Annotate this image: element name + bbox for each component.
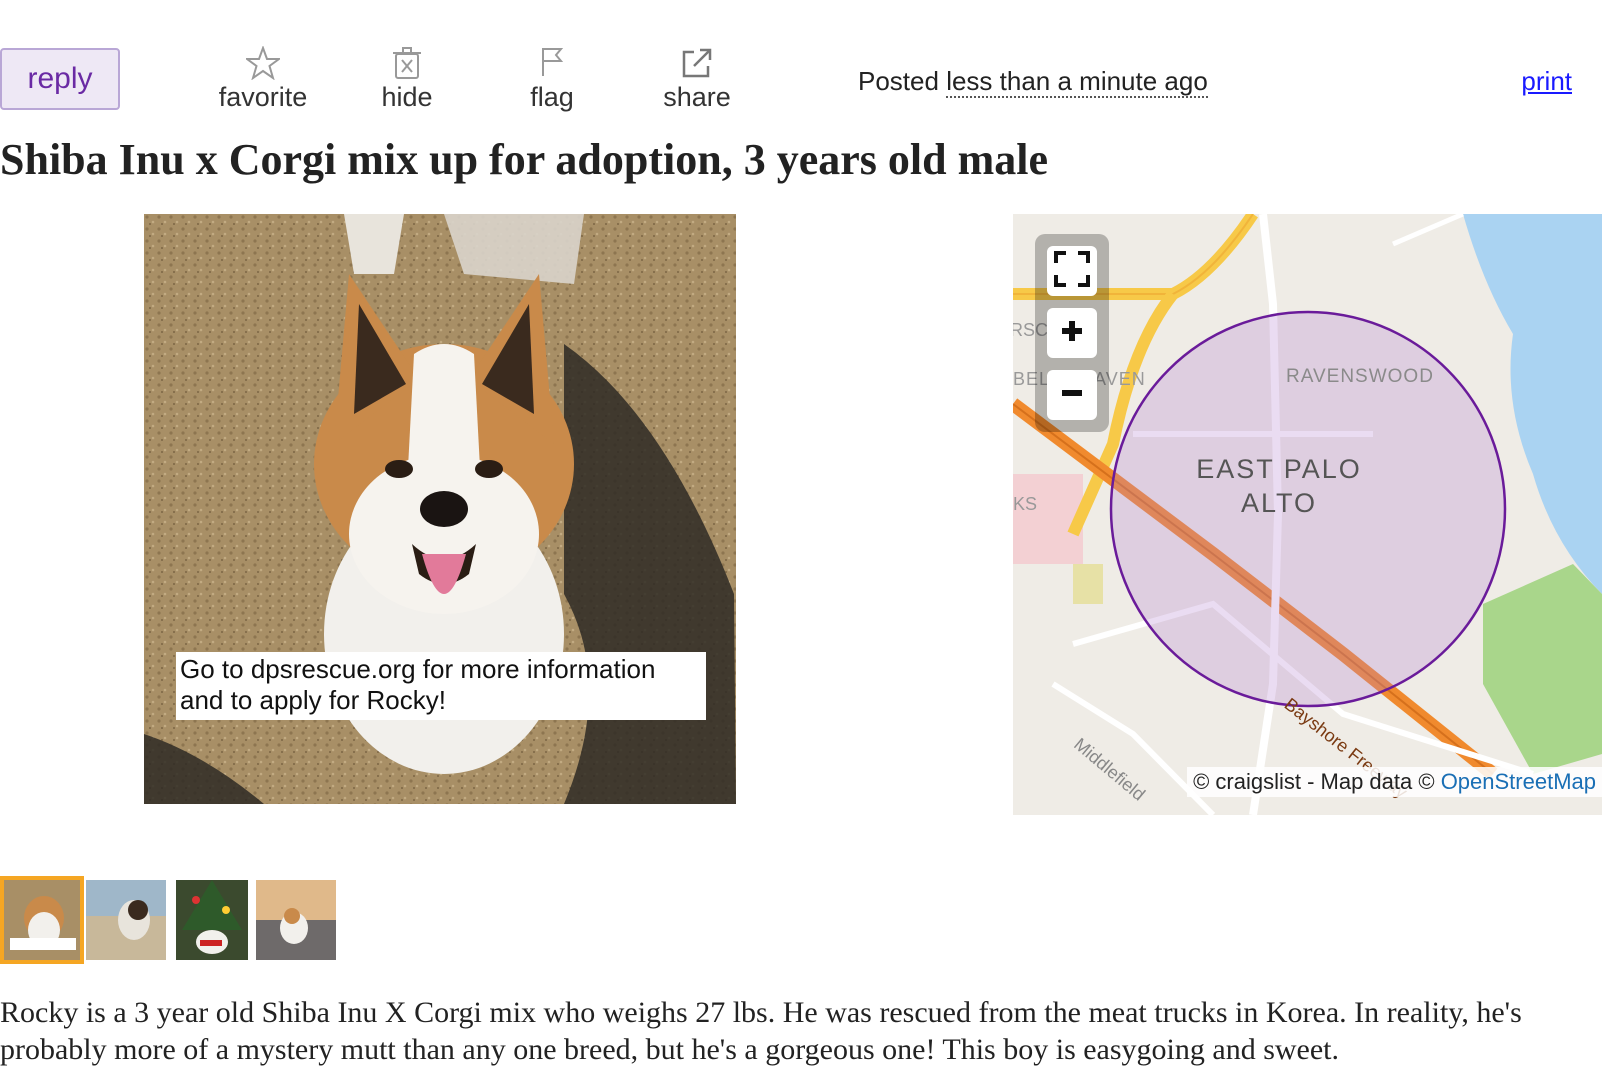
thumbnail-2[interactable] — [86, 880, 166, 960]
flag-label: flag — [530, 82, 574, 112]
favorite-label: favorite — [218, 82, 308, 112]
map-controls — [1035, 234, 1109, 432]
map-label-city2: ALTO — [1240, 488, 1318, 518]
zoom-in-button[interactable] — [1047, 308, 1097, 358]
reply-button[interactable]: reply — [0, 48, 120, 110]
flag-icon — [497, 44, 607, 80]
hide-button[interactable]: hide — [352, 44, 462, 113]
fullscreen-button[interactable] — [1047, 246, 1097, 296]
trash-icon — [352, 44, 462, 80]
map-attribution: © craigslist - Map data © OpenStreetMap — [1187, 767, 1602, 797]
thumbnail-image — [256, 880, 336, 960]
posting-description: Rocky is a 3 year old Shiba Inu X Corgi … — [0, 996, 1522, 1066]
star-icon — [208, 44, 318, 80]
attribution-text: © craigslist - Map data © — [1193, 769, 1435, 794]
fullscreen-icon — [1053, 250, 1091, 293]
thumbnail-image — [176, 880, 248, 960]
share-label: share — [663, 82, 731, 112]
map-label-ravenswood: RAVENSWOOD — [1286, 366, 1434, 387]
posting-toolbar: reply favorite hide flag share Posted le… — [0, 0, 1602, 120]
zoom-out-button[interactable] — [1047, 370, 1097, 420]
map-label-edge2: KS — [1013, 494, 1038, 514]
map-label-city: EAST PALO — [1196, 454, 1362, 484]
photo-caption: Go to dpsrescue.org for more information… — [176, 652, 706, 720]
favorite-button[interactable]: favorite — [208, 44, 318, 113]
thumbnail-3[interactable] — [176, 880, 248, 960]
main-photo[interactable]: Go to dpsrescue.org for more information… — [144, 214, 736, 804]
posted-prefix: Posted — [858, 66, 939, 96]
thumbnail-image — [86, 880, 166, 960]
flag-button[interactable]: flag — [497, 44, 607, 113]
share-icon — [642, 44, 752, 80]
hide-label: hide — [381, 82, 433, 112]
minus-icon — [1061, 382, 1083, 409]
thumbnail-4[interactable] — [256, 880, 336, 960]
thumbnail-image — [4, 880, 80, 960]
posting-title: Shiba Inu x Corgi mix up for adoption, 3… — [0, 135, 1049, 184]
openstreetmap-link[interactable]: OpenStreetMap — [1441, 769, 1596, 794]
posted-date: Posted less than a minute ago — [858, 66, 1208, 98]
print-link[interactable]: print — [1521, 66, 1572, 97]
location-map[interactable]: RSC BELLE HAVEN KS RAVENSWOOD EAST PALO … — [1013, 214, 1602, 815]
posted-time: less than a minute ago — [946, 66, 1208, 98]
plus-icon — [1061, 320, 1083, 347]
share-button[interactable]: share — [642, 44, 752, 113]
thumbnail-1[interactable] — [0, 876, 84, 964]
